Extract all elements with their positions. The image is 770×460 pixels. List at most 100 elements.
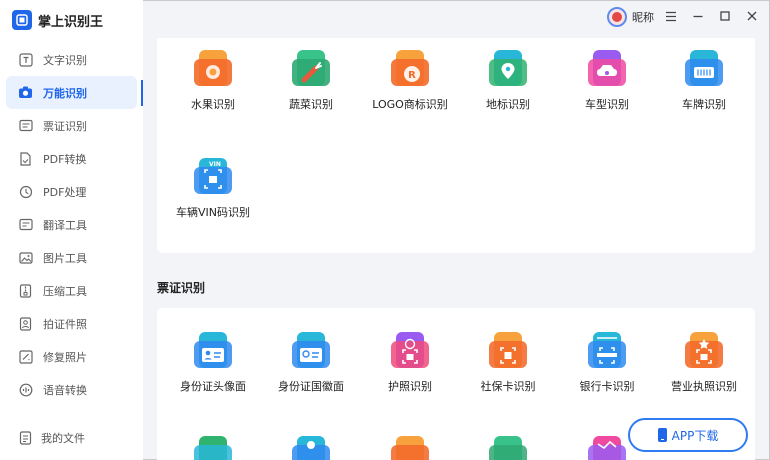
tile-label: 车牌识别 [682, 98, 726, 111]
close-icon[interactable] [745, 9, 759, 23]
vin-code-icon: VIN [194, 158, 232, 196]
sidebar-item-pdf-convert[interactable]: PDF转换 [6, 142, 137, 175]
sidebar-item-label: 文字识别 [43, 53, 87, 67]
tile-label: 蔬菜识别 [289, 98, 333, 111]
tile-id-card-front[interactable]: 身份证头像面 [163, 332, 263, 394]
sidebar: 掌上识别王 文字识别 万能识别 票证识别 PDF转换 PDF处理 翻译工具 图片… [0, 0, 143, 460]
id-card-front-icon [194, 332, 232, 370]
user-profile[interactable]: 昵称 [607, 7, 654, 27]
tile-partial[interactable] [261, 436, 361, 460]
sidebar-item-label: 票证识别 [43, 119, 87, 133]
minimize-icon[interactable] [691, 9, 705, 23]
sidebar-item-pdf-process[interactable]: PDF处理 [6, 175, 137, 208]
tile-passport[interactable]: 护照识别 [360, 332, 460, 394]
sidebar-item-compress[interactable]: 压缩工具 [6, 274, 137, 307]
camera-icon [18, 85, 33, 100]
id-photo-icon [18, 316, 33, 331]
fruit-icon [194, 50, 232, 88]
tile-label: 地标识别 [486, 98, 530, 111]
svg-text:VIN: VIN [209, 161, 221, 168]
tile-label: 车型识别 [585, 98, 629, 111]
tile-vin-recognition[interactable]: VIN 车辆VIN码识别 [163, 158, 263, 220]
sidebar-item-translate[interactable]: 翻译工具 [6, 208, 137, 241]
app-download-label: APP下载 [671, 428, 719, 443]
bank-card-icon [588, 332, 626, 370]
app-title: 掌上识别王 [12, 9, 103, 31]
tile-label: 社保卡识别 [480, 380, 536, 393]
phone-icon [657, 428, 667, 442]
sidebar-nav: 文字识别 万能识别 票证识别 PDF转换 PDF处理 翻译工具 图片工具 压缩工… [6, 43, 137, 406]
landmark-icon [489, 50, 527, 88]
tile-label: 身份证头像面 [180, 380, 246, 393]
sidebar-item-label: 压缩工具 [43, 284, 87, 298]
tile-partial[interactable] [458, 436, 558, 460]
tile-fruit-recognition[interactable]: 水果识别 [163, 50, 263, 112]
svg-text:R: R [408, 70, 416, 81]
tile-label: 车辆VIN码识别 [176, 206, 250, 219]
menu-icon[interactable] [664, 9, 678, 23]
app-download-button[interactable]: APP下载 [628, 418, 748, 452]
tile-label: 身份证国徽面 [278, 380, 344, 393]
app-logo-icon [12, 10, 32, 30]
sidebar-item-label: 拍证件照 [43, 317, 87, 331]
sidebar-item-id-photo[interactable]: 拍证件照 [6, 307, 137, 340]
app-name: 掌上识别王 [38, 14, 104, 30]
document-icon [588, 436, 626, 460]
tile-label: LOGO商标识别 [372, 98, 448, 111]
sidebar-item-universal-recognition[interactable]: 万能识别 [6, 76, 137, 109]
text-recognition-icon [18, 52, 33, 67]
image-icon [18, 250, 33, 265]
tile-license-plate-recognition[interactable]: 车牌识别 [654, 50, 754, 112]
tile-label: 营业执照识别 [671, 380, 737, 393]
social-security-card-icon [489, 332, 527, 370]
section-title-tickets: 票证识别 [157, 281, 206, 295]
sidebar-item-label: 语音转换 [43, 383, 87, 397]
compress-icon [18, 283, 33, 298]
tile-landmark-recognition[interactable]: 地标识别 [458, 50, 558, 112]
universal-recognition-panel: 水果识别 蔬菜识别 R LOGO商标识别 地标识别 车型识别 车牌识别 VIN [157, 38, 755, 253]
tile-id-card-back[interactable]: 身份证国徽面 [261, 332, 361, 394]
license-plate-icon [685, 50, 723, 88]
id-card-back-icon [292, 332, 330, 370]
document-icon [391, 436, 429, 460]
tile-label: 水果识别 [191, 98, 235, 111]
my-files-icon [18, 431, 33, 446]
tile-logo-recognition[interactable]: R LOGO商标识别 [360, 50, 460, 112]
sidebar-item-image-tools[interactable]: 图片工具 [6, 241, 137, 274]
sidebar-item-repair-photo[interactable]: 修复照片 [6, 340, 137, 373]
translate-icon [18, 217, 33, 232]
sidebar-item-ticket-recognition[interactable]: 票证识别 [6, 109, 137, 142]
document-icon [194, 436, 232, 460]
tile-label: 银行卡识别 [579, 380, 635, 393]
nickname[interactable]: 昵称 [632, 9, 654, 25]
avatar[interactable] [607, 7, 627, 27]
document-icon [292, 436, 330, 460]
tile-bank-card[interactable]: 银行卡识别 [557, 332, 657, 394]
active-indicator [141, 80, 143, 106]
tile-car-model-recognition[interactable]: 车型识别 [557, 50, 657, 112]
sidebar-item-my-files[interactable]: 我的文件 [18, 430, 85, 446]
pdf-convert-icon [18, 151, 33, 166]
tile-business-license[interactable]: 营业执照识别 [654, 332, 754, 394]
document-icon [489, 436, 527, 460]
car-model-icon [588, 50, 626, 88]
my-files-label: 我的文件 [41, 432, 85, 445]
sidebar-item-label: 修复照片 [43, 350, 87, 364]
tile-partial[interactable] [360, 436, 460, 460]
sidebar-item-voice-convert[interactable]: 语音转换 [6, 373, 137, 406]
sidebar-item-label: 万能识别 [43, 86, 87, 100]
ticket-icon [18, 118, 33, 133]
sidebar-item-text-recognition[interactable]: 文字识别 [6, 43, 137, 76]
logo-trademark-icon: R [391, 50, 429, 88]
tile-partial[interactable] [163, 436, 263, 460]
voice-icon [18, 382, 33, 397]
tile-vegetable-recognition[interactable]: 蔬菜识别 [261, 50, 361, 112]
sidebar-item-label: 翻译工具 [43, 218, 87, 232]
maximize-icon[interactable] [718, 9, 732, 23]
sidebar-item-label: 图片工具 [43, 251, 87, 265]
business-license-icon [685, 332, 723, 370]
repair-photo-icon [18, 349, 33, 364]
sidebar-item-label: PDF处理 [43, 185, 87, 199]
tile-social-security-card[interactable]: 社保卡识别 [458, 332, 558, 394]
sidebar-item-label: PDF转换 [43, 152, 87, 166]
